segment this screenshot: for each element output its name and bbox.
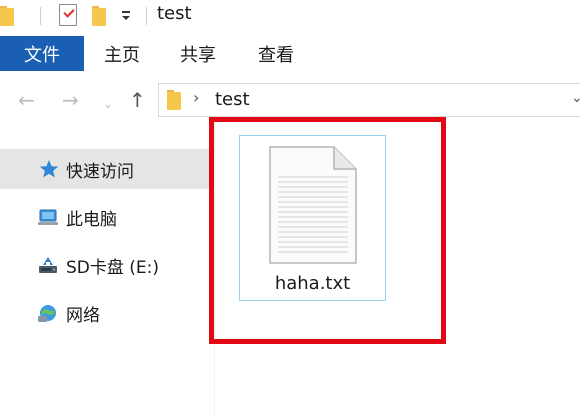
chevron-down-icon: ⌄ xyxy=(103,97,114,111)
address-dropdown-icon[interactable]: ⌄ xyxy=(571,90,580,106)
folder-icon xyxy=(167,90,181,110)
sidebar-item-label: 快速访问 xyxy=(66,161,134,182)
sidebar-item-quick-access[interactable]: 快速访问 xyxy=(0,149,212,189)
breadcrumb-current[interactable]: test xyxy=(215,89,250,110)
sidebar-item-label: 网络 xyxy=(66,305,100,326)
navigation-pane: 快速访问 此电脑 SD卡盘 (E:) 网络 xyxy=(0,118,212,417)
window-title: test xyxy=(157,3,192,24)
breadcrumb-chevron-icon[interactable]: › xyxy=(193,88,199,107)
toolbar-separator xyxy=(146,7,147,25)
tab-share[interactable]: 共享 xyxy=(180,36,216,71)
up-button[interactable]: ↑ xyxy=(129,88,146,112)
arrow-left-icon: ← xyxy=(18,88,35,112)
sidebar-item-network[interactable]: 网络 xyxy=(0,293,212,333)
recent-locations-button[interactable]: ⌄ xyxy=(103,92,113,116)
tab-file[interactable]: 文件 xyxy=(0,36,84,71)
tab-home[interactable]: 主页 xyxy=(104,36,140,71)
address-bar[interactable]: › test ⌄ xyxy=(158,83,580,117)
title-bar: test xyxy=(0,0,580,34)
back-button[interactable]: ← xyxy=(18,88,35,112)
folder-icon xyxy=(0,6,14,26)
sidebar-item-label: 此电脑 xyxy=(66,209,117,230)
new-folder-icon[interactable] xyxy=(92,6,106,26)
ribbon-tabs: 文件 主页 共享 查看 xyxy=(0,36,580,72)
customize-dropdown-icon[interactable] xyxy=(121,9,131,23)
forward-button[interactable]: → xyxy=(62,88,79,112)
red-highlight-annotation xyxy=(209,117,446,344)
computer-icon xyxy=(38,209,58,225)
star-icon xyxy=(39,160,59,178)
drive-icon xyxy=(39,257,57,273)
tab-view[interactable]: 查看 xyxy=(258,36,294,71)
toolbar-separator xyxy=(40,7,41,25)
properties-checkmark-icon[interactable] xyxy=(59,4,77,26)
sidebar-item-label: SD卡盘 (E:) xyxy=(66,257,160,278)
sidebar-item-sd-drive[interactable]: SD卡盘 (E:) xyxy=(0,245,212,285)
arrow-right-icon: → xyxy=(62,88,79,112)
sidebar-item-this-pc[interactable]: 此电脑 xyxy=(0,197,212,237)
network-icon xyxy=(38,305,56,322)
arrow-up-icon: ↑ xyxy=(129,88,146,112)
